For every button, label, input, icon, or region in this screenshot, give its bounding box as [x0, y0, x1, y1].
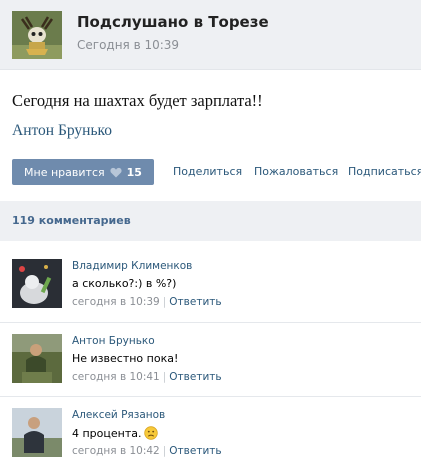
- comment-author-link[interactable]: Алексей Рязанов: [72, 409, 165, 421]
- comment-item: Антон Брунько Не известно пока! сегодня …: [0, 322, 421, 395]
- group-avatar-image: [12, 11, 62, 59]
- reply-link[interactable]: Ответить: [169, 371, 221, 383]
- subscribe-link[interactable]: Подписаться: [348, 165, 421, 178]
- reply-link[interactable]: Ответить: [169, 296, 221, 308]
- comment-meta: сегодня в 10:41 | Ответить: [72, 371, 222, 383]
- comment-meta: сегодня в 10:39 | Ответить: [72, 296, 222, 308]
- comment-author-link[interactable]: Владимир Клименков: [72, 260, 192, 272]
- comment-avatar[interactable]: [12, 408, 62, 457]
- comments-header[interactable]: 119 комментариев: [0, 201, 421, 241]
- comments-count[interactable]: 119 комментариев: [12, 214, 131, 227]
- comment-text: а сколько?:) в %?): [72, 277, 177, 290]
- group-avatar[interactable]: [12, 11, 62, 59]
- comment-item: Владимир Клименков а сколько?:) в %?) се…: [0, 248, 421, 321]
- meta-separator: |: [162, 445, 167, 457]
- comment-text: Не известно пока!: [72, 352, 179, 365]
- report-link[interactable]: Пожаловаться: [254, 165, 338, 178]
- like-count: 15: [126, 165, 142, 179]
- share-link[interactable]: Поделиться: [173, 165, 242, 178]
- avatar-image: [12, 334, 62, 383]
- reply-link[interactable]: Ответить: [169, 445, 221, 457]
- group-name[interactable]: Подслушано в Торезе: [77, 13, 269, 31]
- post-text: Сегодня на шахтах будет зарплата!!: [12, 91, 263, 110]
- comment-time[interactable]: сегодня в 10:39: [72, 296, 160, 308]
- comment-text-value: 4 процента.: [72, 427, 142, 440]
- comment-meta: сегодня в 10:42 | Ответить: [72, 445, 222, 457]
- comment-item: Алексей Рязанов 4 процента. сегодня в 10…: [0, 396, 421, 466]
- comment-time[interactable]: сегодня в 10:41: [72, 371, 160, 383]
- comment-author-link[interactable]: Антон Брунько: [72, 335, 155, 347]
- like-button[interactable]: Мне нравится 15: [12, 159, 154, 185]
- post-author-link[interactable]: Антон Брунько: [12, 122, 112, 140]
- heart-icon: [110, 167, 122, 177]
- post-header: Подслушано в Торезе Сегодня в 10:39: [0, 0, 421, 70]
- comment-avatar[interactable]: [12, 259, 62, 308]
- avatar-image: [12, 408, 62, 457]
- post-time[interactable]: Сегодня в 10:39: [77, 38, 179, 52]
- comment-avatar[interactable]: [12, 334, 62, 383]
- like-label: Мне нравится: [24, 165, 105, 179]
- meta-separator: |: [162, 371, 167, 383]
- meta-separator: |: [162, 296, 167, 308]
- sad-face-icon: [143, 426, 158, 443]
- avatar-image: [12, 259, 62, 308]
- comment-text: 4 процента.: [72, 426, 158, 443]
- comment-time[interactable]: сегодня в 10:42: [72, 445, 160, 457]
